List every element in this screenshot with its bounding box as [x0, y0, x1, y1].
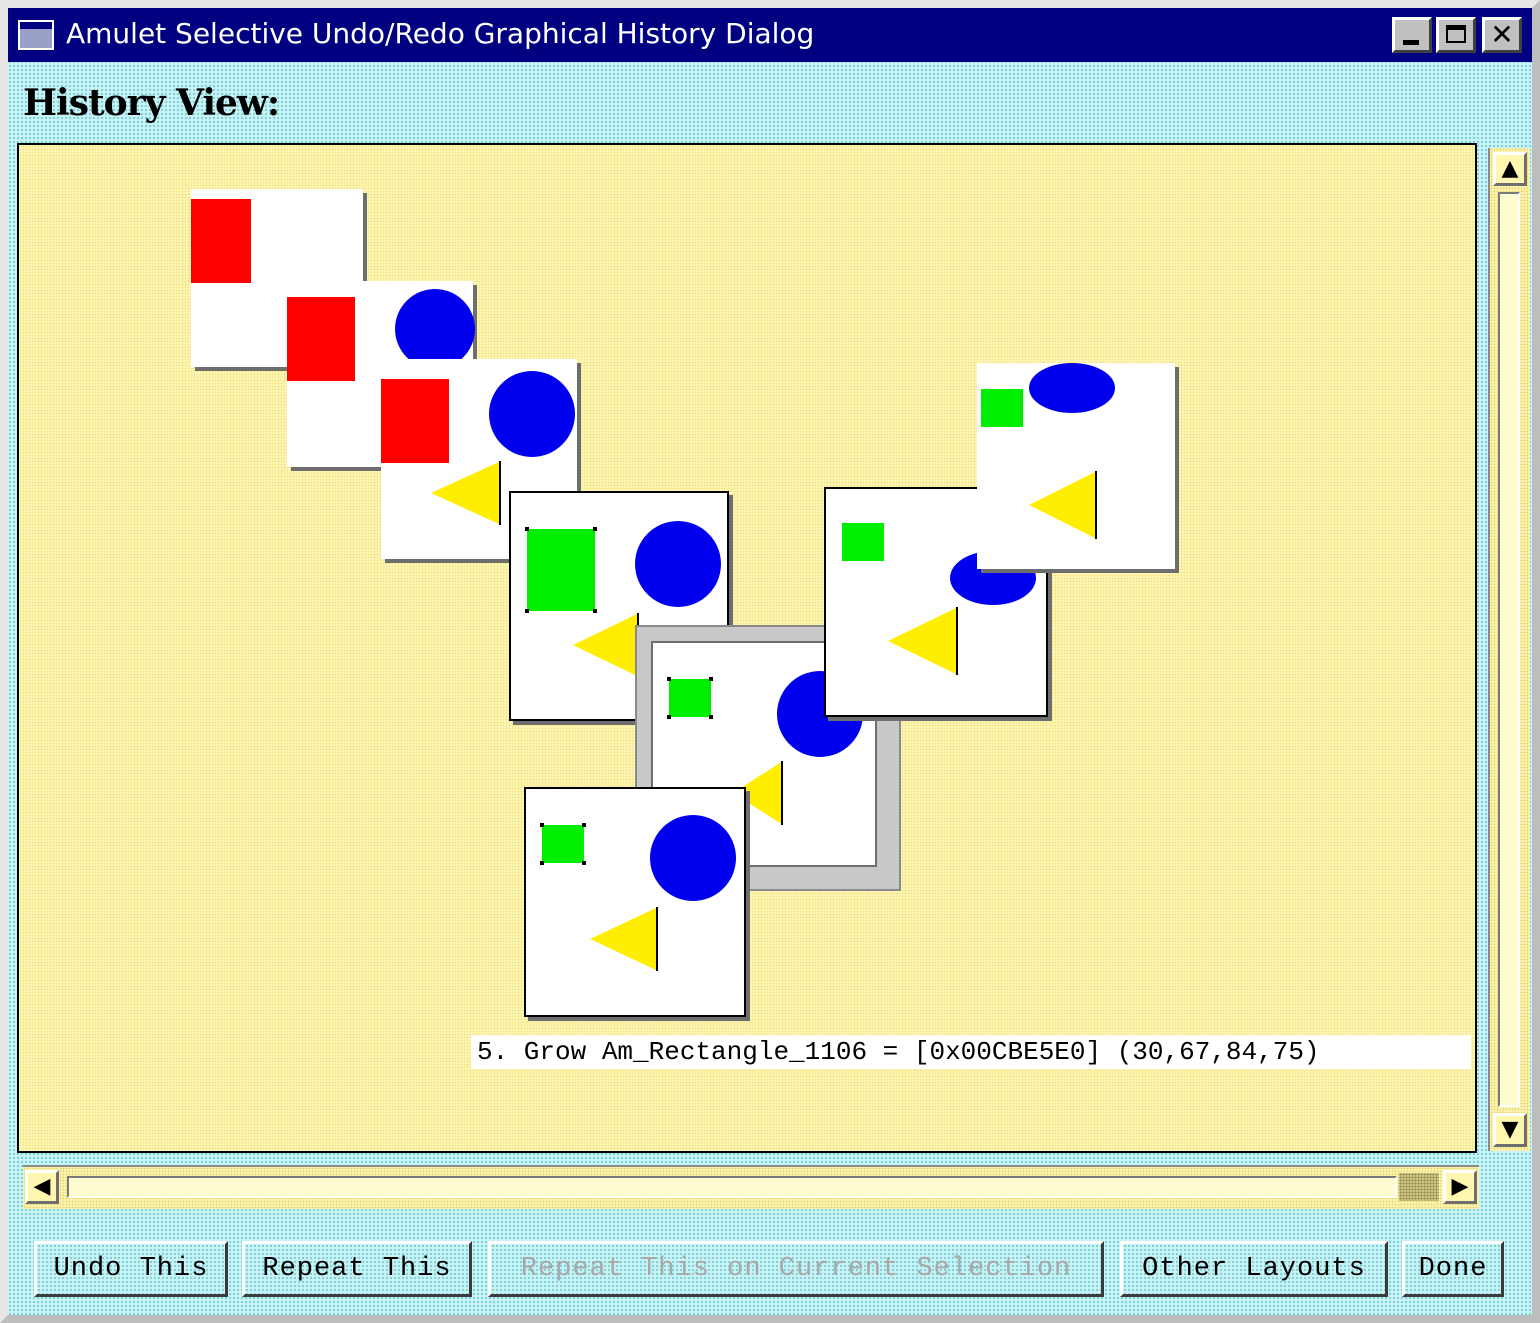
triangle-edge [1095, 471, 1097, 539]
window-app-icon[interactable] [18, 20, 54, 50]
vertical-scrollbar[interactable]: ▲ ▼ [1488, 148, 1530, 1151]
repeat-this-button[interactable]: Repeat This [242, 1241, 472, 1297]
horizontal-scrollbar[interactable]: ◀ ▶ [23, 1165, 1479, 1209]
selection-handle [525, 609, 529, 613]
history-snapshot-7[interactable] [977, 363, 1175, 569]
red-rectangle [381, 379, 449, 463]
history-view-canvas[interactable]: 5. Grow Am_Rectangle_1106 = [0x00CBE5E0]… [17, 143, 1477, 1153]
maximize-button[interactable] [1436, 17, 1476, 53]
history-command-description: 5. Grow Am_Rectangle_1106 = [0x00CBE5E0]… [471, 1035, 1471, 1069]
selection-handle [582, 861, 586, 865]
window-title: Amulet Selective Undo/Redo Graphical His… [66, 17, 815, 50]
blue-circle [489, 371, 575, 457]
triangle-edge [781, 761, 783, 825]
selection-handle [582, 823, 586, 827]
selection-handle [709, 677, 713, 681]
undo-this-button[interactable]: Undo This [34, 1241, 228, 1297]
red-rectangle [191, 199, 251, 283]
blue-ellipse [1029, 363, 1115, 413]
yellow-triangle [431, 461, 501, 525]
green-rectangle [527, 529, 595, 611]
history-snapshot-8[interactable] [524, 787, 746, 1017]
scroll-right-button[interactable]: ▶ [1443, 1170, 1477, 1204]
green-rectangle [542, 825, 584, 863]
selection-handle [667, 715, 671, 719]
history-view-label: History View: [23, 82, 280, 124]
triangle-edge [656, 907, 658, 971]
blue-circle [635, 521, 721, 607]
done-button[interactable]: Done [1402, 1241, 1504, 1297]
yellow-triangle [1029, 471, 1097, 539]
selection-handle [540, 861, 544, 865]
minimize-button[interactable] [1392, 17, 1432, 53]
close-button[interactable]: ✕ [1482, 17, 1522, 53]
selection-handle [593, 527, 597, 531]
arrow-up-icon: ▲ [1501, 156, 1519, 181]
arrow-left-icon: ◀ [33, 1174, 51, 1199]
other-layouts-button[interactable]: Other Layouts [1120, 1241, 1388, 1297]
scroll-up-button[interactable]: ▲ [1493, 152, 1527, 186]
blue-circle [650, 815, 736, 901]
arrow-down-icon: ▼ [1501, 1117, 1519, 1142]
close-icon: ✕ [1490, 18, 1514, 51]
selection-handle [667, 677, 671, 681]
yellow-triangle [573, 613, 639, 677]
blue-circle [395, 289, 475, 369]
green-rectangle [669, 679, 711, 717]
triangle-edge [499, 461, 501, 525]
horizontal-scroll-thumb[interactable] [1399, 1173, 1439, 1201]
green-rectangle [842, 523, 884, 561]
red-rectangle [287, 297, 355, 381]
triangle-edge [956, 607, 958, 675]
yellow-triangle [888, 607, 958, 675]
scroll-down-button[interactable]: ▼ [1493, 1113, 1527, 1147]
selection-handle [540, 823, 544, 827]
selection-handle [709, 715, 713, 719]
yellow-triangle [590, 907, 658, 971]
arrow-right-icon: ▶ [1451, 1174, 1469, 1199]
title-bar[interactable]: Amulet Selective Undo/Redo Graphical His… [8, 8, 1532, 62]
horizontal-scroll-track[interactable] [67, 1176, 1397, 1198]
history-dialog-window: Amulet Selective Undo/Redo Graphical His… [0, 0, 1540, 1323]
minimize-icon [1403, 40, 1419, 45]
selection-handle [525, 527, 529, 531]
repeat-on-selection-button[interactable]: Repeat This on Current Selection [488, 1241, 1104, 1297]
scroll-left-button[interactable]: ◀ [25, 1170, 59, 1204]
green-rectangle [981, 389, 1023, 427]
vertical-scroll-track[interactable] [1498, 192, 1520, 1107]
maximize-icon [1446, 25, 1466, 43]
